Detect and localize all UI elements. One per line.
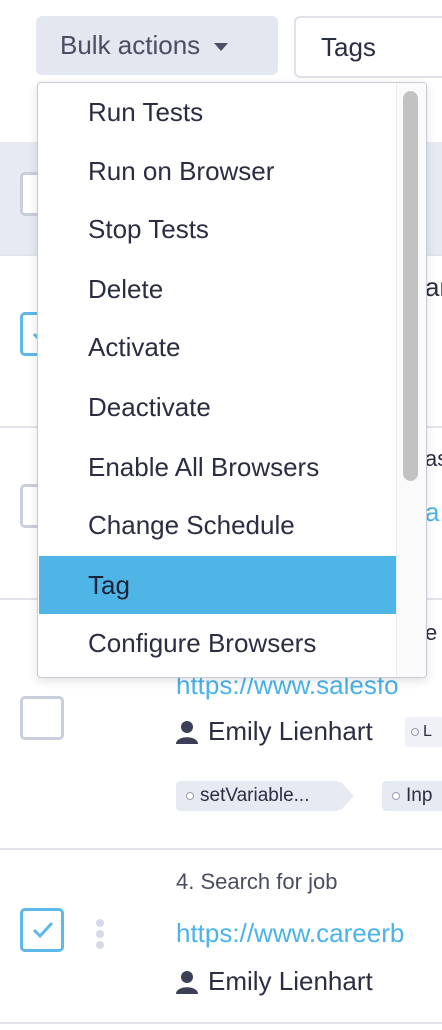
tags-filter-input[interactable]: Tags (294, 16, 442, 78)
row-2-title-fragment: as (425, 446, 442, 471)
row-3-owner: Emily Lienhart (176, 716, 373, 747)
menu-item-change-schedule[interactable]: Change Schedule (39, 496, 397, 554)
user-icon (176, 970, 198, 994)
row-3-checkbox[interactable] (20, 696, 64, 740)
bulk-actions-button[interactable]: Bulk actions (36, 16, 278, 75)
row-4-checkbox[interactable] (20, 908, 64, 952)
menu-scrollbar[interactable] (396, 83, 426, 677)
row-4-title[interactable]: 4. Search for job (176, 869, 337, 895)
row-3-tag-2-label: Inp (406, 785, 433, 806)
user-icon (176, 720, 198, 744)
tag-dot-icon (186, 792, 194, 800)
menu-item-tag[interactable]: Tag (39, 556, 397, 614)
bulk-actions-menu: Run Tests Run on Browser Stop Tests Dele… (37, 82, 427, 678)
row-divider (0, 1022, 442, 1024)
menu-item-activate[interactable]: Activate (39, 318, 397, 376)
row-2-link-fragment[interactable]: a. (425, 497, 442, 528)
row-4-link[interactable]: https://www.careerb (176, 918, 404, 949)
tag-dot-icon (392, 792, 400, 800)
menu-scrollbar-thumb[interactable] (403, 91, 418, 481)
menu-item-run-tests[interactable]: Run Tests (39, 83, 397, 141)
row-3-tag-2[interactable]: Inp (382, 781, 442, 811)
menu-item-stop-tests[interactable]: Stop Tests (39, 200, 397, 258)
row-divider (0, 848, 442, 850)
row-3-tag-1-label: setVariable... (200, 785, 310, 806)
caret-down-icon (214, 42, 229, 51)
row-4-more-icon[interactable] (96, 919, 106, 952)
row-3-owner-tag: L (405, 717, 442, 747)
tag-dot-icon (411, 728, 419, 736)
row-4-owner-name: Emily Lienhart (208, 966, 373, 996)
check-icon (32, 921, 54, 939)
tags-placeholder: Tags (321, 31, 376, 62)
row-3-owner-tag-label: L (423, 723, 432, 740)
row-3-tag-1[interactable]: setVariable... (176, 781, 354, 811)
menu-item-delete[interactable]: Delete (39, 260, 397, 318)
row-3-owner-name: Emily Lienhart (208, 716, 373, 746)
menu-item-enable-all-browsers[interactable]: Enable All Browsers (39, 438, 397, 496)
menu-item-configure-browsers[interactable]: Configure Browsers (39, 614, 397, 672)
menu-item-run-on-browser[interactable]: Run on Browser (39, 142, 397, 200)
row-1-title-fragment: an (425, 272, 442, 302)
menu-item-deactivate[interactable]: Deactivate (39, 378, 397, 436)
bulk-actions-label: Bulk actions (60, 30, 201, 60)
row-4-owner: Emily Lienhart (176, 966, 373, 997)
